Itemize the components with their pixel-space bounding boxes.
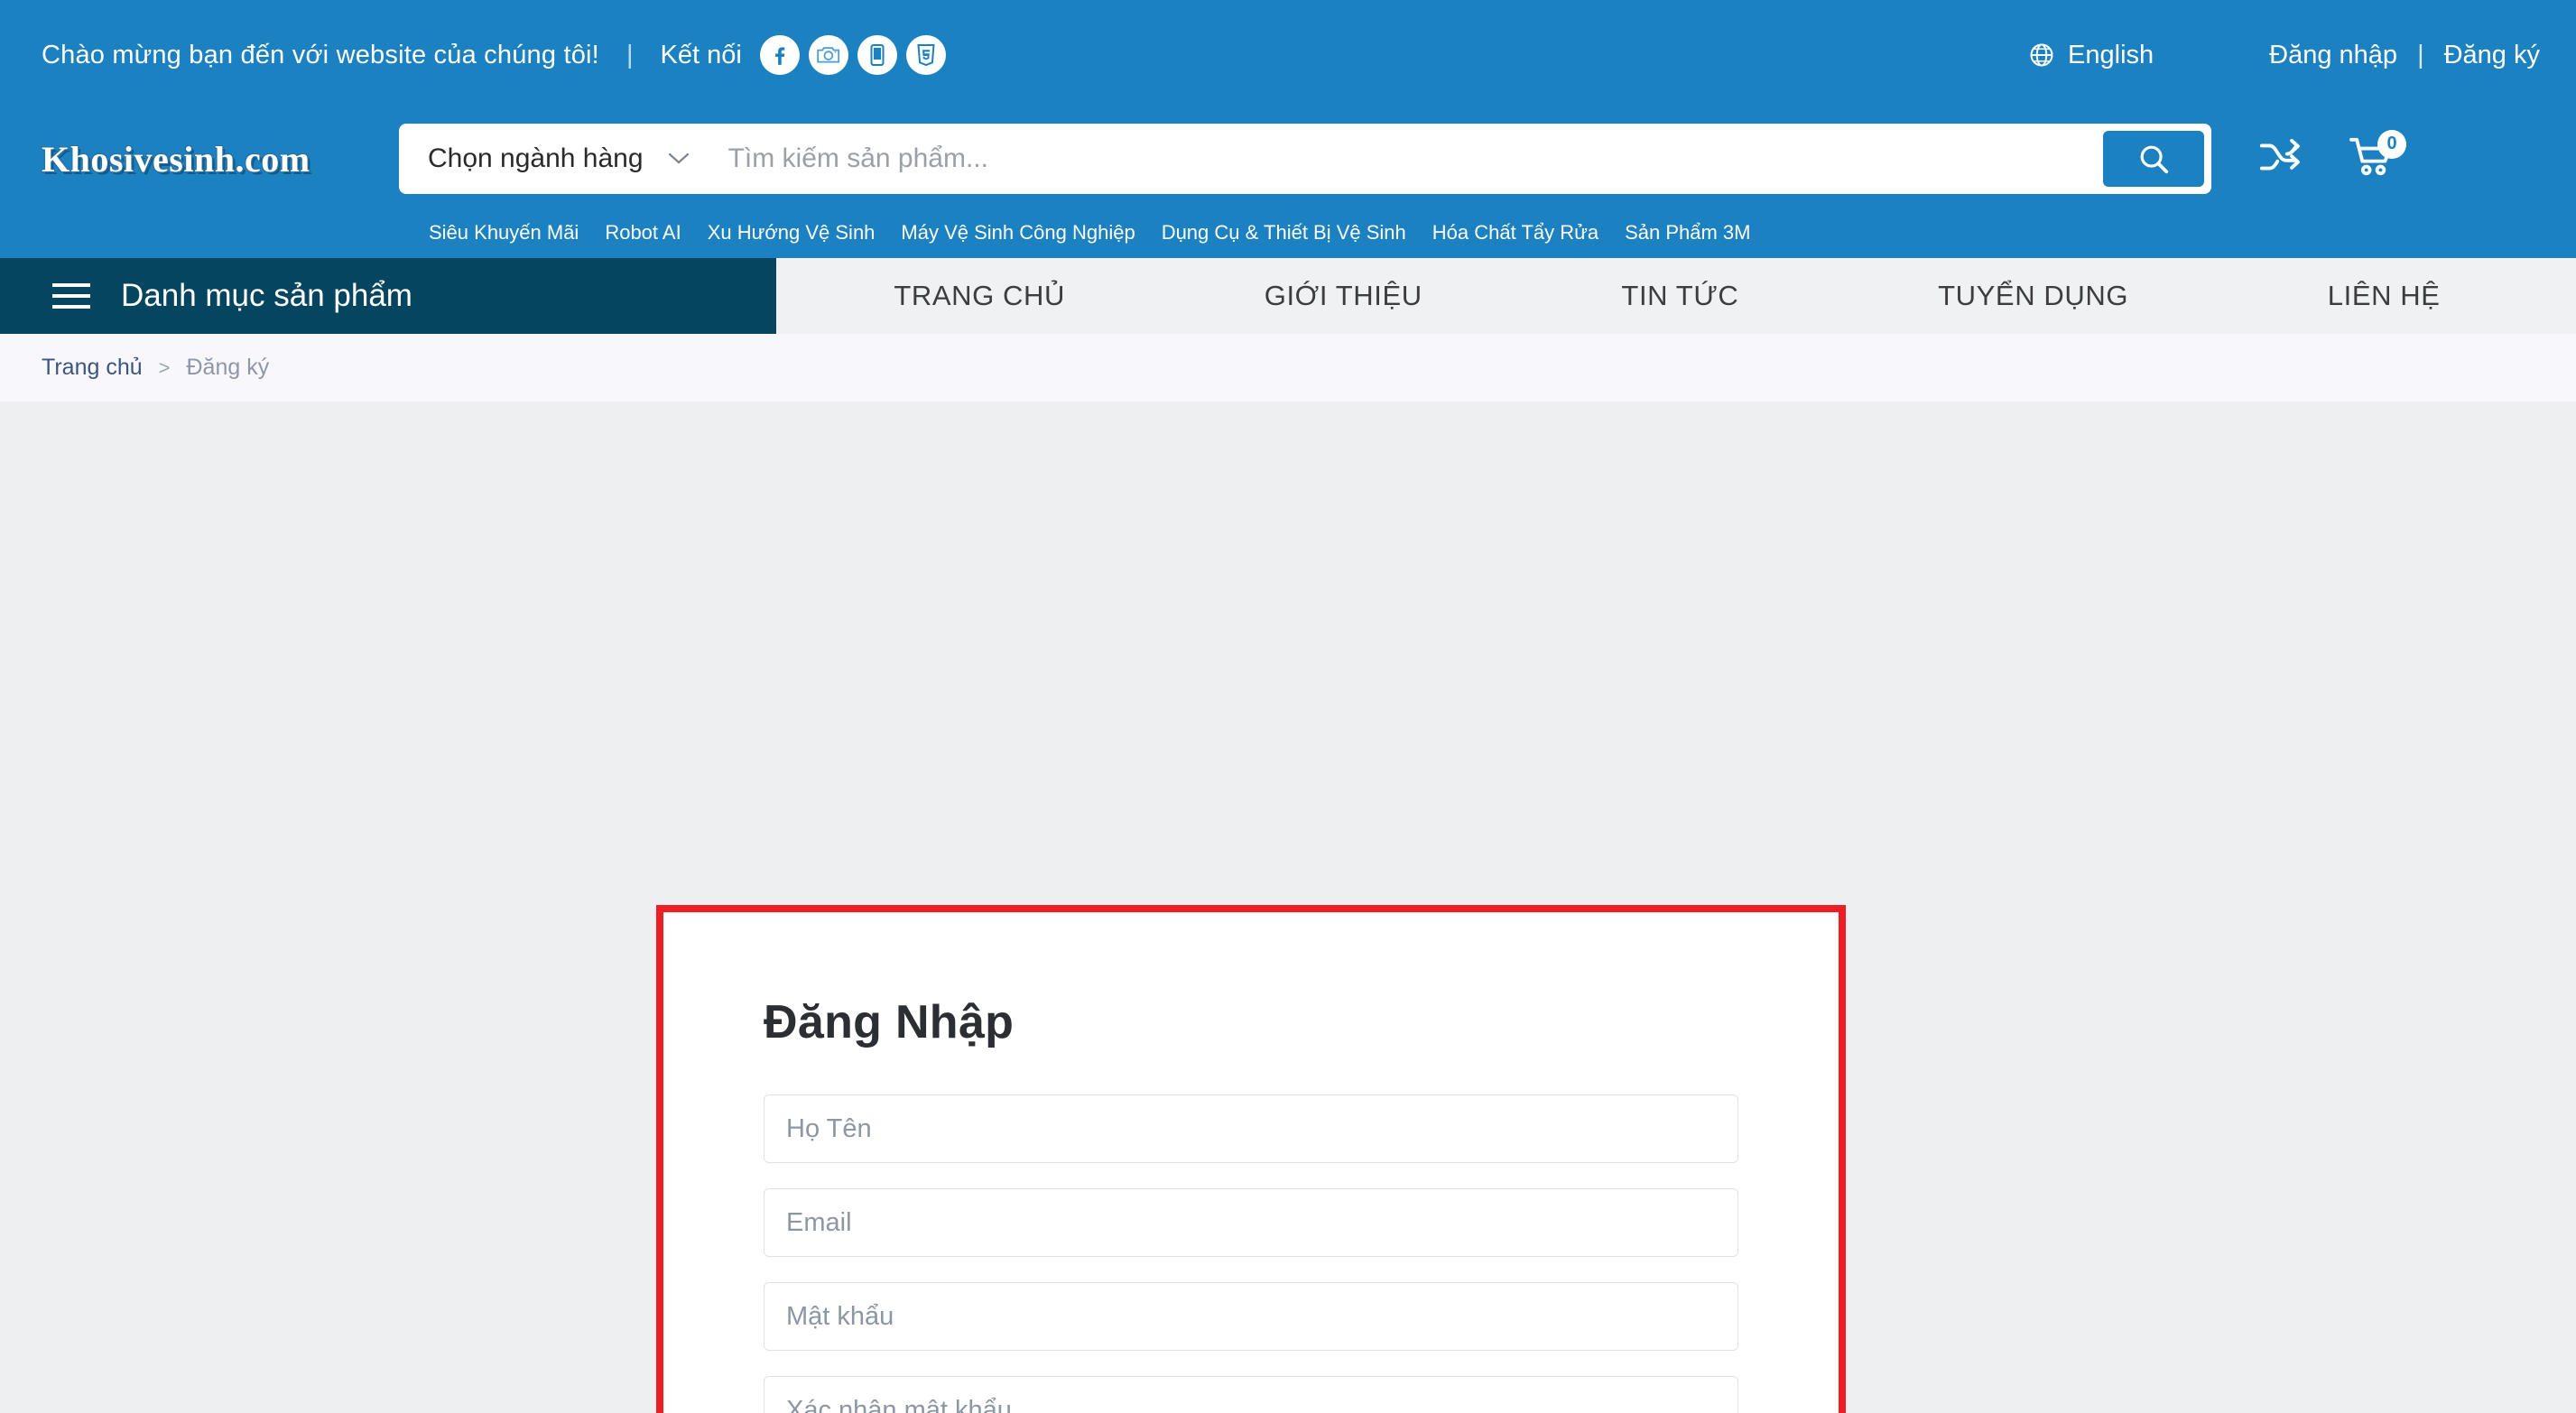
top-utility-bar: Chào mừng bạn đến với website của chúng … — [0, 0, 2576, 110]
email-input[interactable] — [764, 1188, 1738, 1257]
page-body: Đăng Nhập Đồng ý với các điều khoản & ch… — [0, 402, 2576, 1413]
search-input[interactable] — [720, 124, 2103, 194]
cart-button[interactable]: 0 — [2349, 129, 2406, 183]
fullname-input[interactable] — [764, 1094, 1738, 1163]
registration-card: Đăng Nhập Đồng ý với các điều khoản & ch… — [660, 909, 1842, 1413]
sublink-san-pham-3m[interactable]: Sản Phẩm 3M — [1625, 221, 1750, 245]
sublink-xu-huong-ve-sinh[interactable]: Xu Hướng Vệ Sinh — [708, 221, 876, 245]
sublink-hoa-chat-tay-rua[interactable]: Hóa Chất Tẩy Rửa — [1432, 221, 1598, 245]
nav-item-tuyen-dung[interactable]: TUYỂN DỤNG — [1938, 280, 2128, 312]
form-title: Đăng Nhập — [764, 996, 1015, 1048]
breadcrumb-current: Đăng ký — [186, 355, 270, 380]
language-label: English — [2068, 40, 2154, 69]
compare-button[interactable] — [2258, 137, 2307, 181]
language-selector[interactable]: English — [2028, 41, 2154, 70]
search-button[interactable] — [2103, 131, 2204, 187]
html5-icon[interactable] — [905, 35, 946, 75]
password-input[interactable] — [764, 1282, 1738, 1351]
nav-item-lien-he[interactable]: LIÊN HỆ — [2328, 280, 2441, 312]
sublink-robot-ai[interactable]: Robot AI — [605, 221, 681, 245]
topbar-right-group: English Đăng nhập | Đăng ký — [2028, 41, 2540, 70]
nav-menu: TRANG CHỦ GIỚI THIỆU TIN TỨC TUYỂN DỤNG … — [776, 258, 2576, 334]
instagram-icon[interactable] — [808, 35, 848, 75]
header-action-icons: 0 — [2258, 129, 2406, 183]
breadcrumb-home[interactable]: Trang chủ — [42, 355, 143, 381]
social-links — [759, 35, 946, 75]
auth-separator: | — [2417, 40, 2424, 69]
facebook-icon[interactable] — [759, 35, 800, 75]
mobile-icon[interactable] — [857, 35, 897, 75]
nav-item-tin-tuc[interactable]: TIN TỨC — [1621, 280, 1738, 312]
chevron-down-icon — [668, 152, 689, 164]
breadcrumb-separator-icon: > — [158, 356, 171, 379]
sublink-dung-cu-thiet-bi-ve-sinh[interactable]: Dụng Cụ & Thiết Bị Vệ Sinh — [1162, 221, 1406, 245]
product-category-toggle[interactable]: Danh mục sản phẩm — [0, 258, 776, 334]
site-logo[interactable]: Khosivesinh.com — [42, 138, 399, 180]
product-category-label: Danh mục sản phẩm — [121, 278, 412, 313]
compare-shuffle-icon — [2259, 138, 2300, 170]
category-dropdown[interactable]: Chọn ngành hàng — [399, 124, 721, 194]
promo-sublink-row: Siêu Khuyến Mãi Robot AI Xu Hướng Vệ Sin… — [0, 208, 2576, 258]
nav-item-gioi-thieu[interactable]: GIỚI THIỆU — [1265, 280, 1422, 312]
welcome-message: Chào mừng bạn đến với website của chúng … — [42, 40, 599, 69]
globe-icon — [2030, 43, 2053, 67]
main-navigation: Danh mục sản phẩm TRANG CHỦ GIỚI THIỆU T… — [0, 258, 2576, 334]
cart-count-badge: 0 — [2377, 129, 2406, 159]
search-container: Chọn ngành hàng — [399, 124, 2211, 194]
nav-item-trang-chu[interactable]: TRANG CHỦ — [894, 280, 1065, 312]
hamburger-icon — [52, 283, 90, 309]
register-link[interactable]: Đăng ký — [2444, 41, 2540, 70]
sublink-may-ve-sinh-cong-nghiep[interactable]: Máy Vệ Sinh Công Nghiệp — [901, 221, 1135, 245]
login-link[interactable]: Đăng nhập — [2269, 41, 2397, 70]
breadcrumb: Trang chủ > Đăng ký — [0, 334, 2576, 402]
search-icon — [2140, 145, 2169, 174]
header-search-bar: Khosivesinh.com Chọn ngành hàng Tìm kiếm… — [0, 110, 2576, 208]
connect-label: Kết nối — [660, 40, 742, 69]
topbar-divider: | — [625, 40, 634, 69]
category-dropdown-label: Chọn ngành hàng — [428, 143, 644, 173]
confirm-password-input[interactable] — [764, 1376, 1738, 1413]
sublink-sieu-khuyen-mai[interactable]: Siêu Khuyến Mãi — [429, 221, 579, 245]
